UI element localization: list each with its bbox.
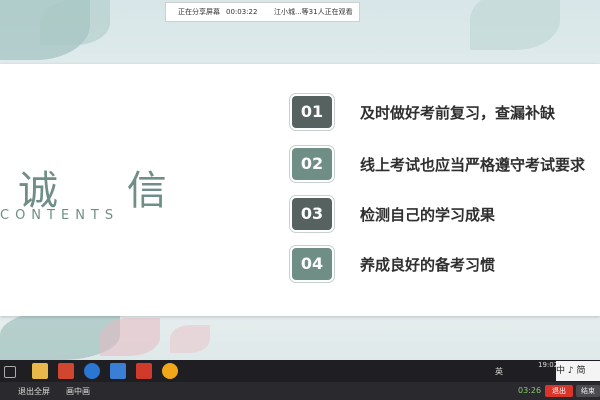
- agenda-item: 01 及时做好考前复习，查漏补缺: [292, 96, 592, 130]
- share-timer: 00:03:22: [226, 8, 258, 16]
- viewer-count: 江小城...等31人正在观看: [274, 8, 353, 16]
- edge-icon[interactable]: [84, 363, 100, 379]
- share-status-text: 正在分享屏幕: [178, 8, 220, 16]
- decorative-flower: [100, 318, 160, 356]
- agenda-label: 及时做好考前复习，查漏补缺: [360, 104, 556, 122]
- meeting-control-bar: 退出全屏 画中画 03:26: [0, 382, 600, 400]
- exit-button[interactable]: 退出: [545, 385, 573, 397]
- end-button[interactable]: 结束: [576, 385, 600, 397]
- agenda-item: 03 检测自己的学习成果: [292, 198, 592, 232]
- picture-in-picture-button[interactable]: 画中画: [66, 386, 90, 397]
- agenda-number-badge: 01: [292, 96, 332, 128]
- agenda-item: 04 养成良好的备考习惯: [292, 248, 592, 282]
- ime-toolbar[interactable]: 中 ♪ 简: [556, 361, 600, 381]
- store-icon[interactable]: [110, 363, 126, 379]
- agenda-label: 检测自己的学习成果: [360, 206, 496, 224]
- app-icon[interactable]: [162, 363, 178, 379]
- input-language-indicator[interactable]: 英: [495, 366, 503, 377]
- agenda-number-badge: 02: [292, 148, 332, 180]
- office-icon[interactable]: [58, 363, 74, 379]
- decorative-flower: [170, 325, 210, 353]
- agenda-number-badge: 03: [292, 198, 332, 230]
- slide-subtitle: CONTENTS: [0, 208, 120, 223]
- agenda-number-badge: 04: [292, 248, 332, 280]
- session-duration: 03:26: [518, 386, 542, 395]
- decorative-leaf: [40, 0, 110, 45]
- exit-fullscreen-button[interactable]: 退出全屏: [18, 386, 50, 397]
- powerpoint-icon[interactable]: [136, 363, 152, 379]
- agenda-label: 养成良好的备考习惯: [360, 256, 496, 274]
- agenda-label: 线上考试也应当严格遵守考试要求: [360, 156, 586, 174]
- agenda-item: 02 线上考试也应当严格遵守考试要求: [292, 148, 592, 182]
- file-explorer-icon[interactable]: [32, 363, 48, 379]
- screen-share-status-bar: 正在分享屏幕 00:03:22 江小城...等31人正在观看: [165, 2, 360, 22]
- decorative-leaf: [470, 0, 560, 50]
- task-view-icon[interactable]: [4, 366, 16, 378]
- windows-taskbar: 英 19:02: [0, 360, 600, 382]
